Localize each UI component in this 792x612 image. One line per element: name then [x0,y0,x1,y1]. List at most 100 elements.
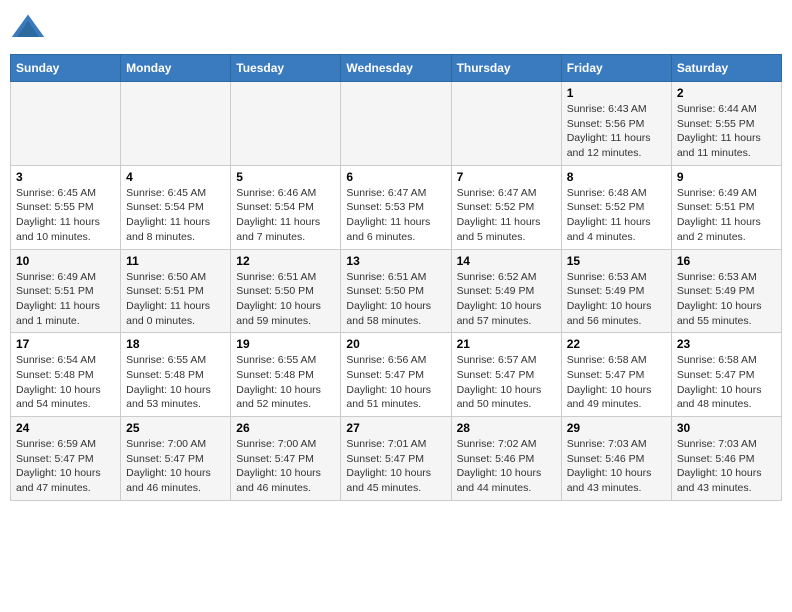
calendar-cell: 14Sunrise: 6:52 AM Sunset: 5:49 PM Dayli… [451,249,561,333]
calendar-cell: 29 Sunrise: 7:03 AM Sunset: 5:46 PM Dayli… [561,417,671,501]
day-number: 8 [567,170,666,184]
calendar-cell [121,82,231,166]
day-info: Sunrise: 6:53 AM Sunset: 5:49 PM Dayligh… [567,270,666,329]
day-number: 11 [126,254,225,268]
day-info: Sunrise: 6:58 AM Sunset: 5:47 PM Dayligh… [567,353,666,412]
day-info: Sunrise: 6:47 AM Sunset: 5:52 PM Dayligh… [457,186,556,245]
calendar-cell: 3 Sunrise: 6:45 AM Sunset: 5:55 PM Daylig… [11,165,121,249]
day-number: 13 [346,254,445,268]
day-number: 15 [567,254,666,268]
day-info: Sunrise: 6:57 AM Sunset: 5:47 PM Dayligh… [457,353,556,412]
day-number: 19 [236,337,335,351]
weekday-header: Monday [121,55,231,82]
calendar-cell [341,82,451,166]
page-header [10,10,782,46]
calendar-week-row: 3 Sunrise: 6:45 AM Sunset: 5:55 PM Daylig… [11,165,782,249]
day-info: Sunrise: 6:46 AM Sunset: 5:54 PM Dayligh… [236,186,335,245]
day-number: 17 [16,337,115,351]
header-row: SundayMondayTuesdayWednesdayThursdayFrid… [11,55,782,82]
day-number: 14 [457,254,556,268]
calendar-week-row: 17 Sunrise: 6:54 AM Sunset: 5:48 PM Dayli… [11,333,782,417]
calendar-body: 1 Sunrise: 6:43 AM Sunset: 5:56 PM Daylig… [11,82,782,501]
calendar-cell: 4 Sunrise: 6:45 AM Sunset: 5:54 PM Daylig… [121,165,231,249]
calendar-week-row: 1 Sunrise: 6:43 AM Sunset: 5:56 PM Daylig… [11,82,782,166]
day-number: 21 [457,337,556,351]
day-number: 16 [677,254,776,268]
calendar-cell: 18 Sunrise: 6:55 AM Sunset: 5:48 PM Dayli… [121,333,231,417]
calendar-cell: 6Sunrise: 6:47 AM Sunset: 5:53 PM Daylig… [341,165,451,249]
day-number: 12 [236,254,335,268]
calendar-cell: 1 Sunrise: 6:43 AM Sunset: 5:56 PM Daylig… [561,82,671,166]
day-info: Sunrise: 6:50 AM Sunset: 5:51 PM Dayligh… [126,270,225,329]
day-info: Sunrise: 6:54 AM Sunset: 5:48 PM Dayligh… [16,353,115,412]
calendar-cell: 24Sunrise: 6:59 AM Sunset: 5:47 PM Dayli… [11,417,121,501]
day-info: Sunrise: 7:00 AM Sunset: 5:47 PM Dayligh… [236,437,335,496]
weekday-header: Sunday [11,55,121,82]
day-info: Sunrise: 7:03 AM Sunset: 5:46 PM Dayligh… [567,437,666,496]
day-info: Sunrise: 6:55 AM Sunset: 5:48 PM Dayligh… [126,353,225,412]
weekday-header: Thursday [451,55,561,82]
day-number: 20 [346,337,445,351]
day-info: Sunrise: 6:44 AM Sunset: 5:55 PM Dayligh… [677,102,776,161]
calendar-cell: 28 Sunrise: 7:02 AM Sunset: 5:46 PM Dayli… [451,417,561,501]
calendar-header: SundayMondayTuesdayWednesdayThursdayFrid… [11,55,782,82]
calendar-cell: 5 Sunrise: 6:46 AM Sunset: 5:54 PM Daylig… [231,165,341,249]
day-info: Sunrise: 7:02 AM Sunset: 5:46 PM Dayligh… [457,437,556,496]
calendar-cell [11,82,121,166]
calendar-cell: 10 Sunrise: 6:49 AM Sunset: 5:51 PM Dayli… [11,249,121,333]
calendar-cell: 22 Sunrise: 6:58 AM Sunset: 5:47 PM Dayli… [561,333,671,417]
day-number: 22 [567,337,666,351]
calendar-cell: 26 Sunrise: 7:00 AM Sunset: 5:47 PM Dayli… [231,417,341,501]
calendar-cell: 20 Sunrise: 6:56 AM Sunset: 5:47 PM Dayli… [341,333,451,417]
day-number: 7 [457,170,556,184]
day-info: Sunrise: 6:45 AM Sunset: 5:54 PM Dayligh… [126,186,225,245]
day-info: Sunrise: 6:49 AM Sunset: 5:51 PM Dayligh… [16,270,115,329]
day-number: 3 [16,170,115,184]
calendar-cell: 13 Sunrise: 6:51 AM Sunset: 5:50 PM Dayli… [341,249,451,333]
calendar-cell: 12Sunrise: 6:51 AM Sunset: 5:50 PM Dayli… [231,249,341,333]
day-info: Sunrise: 6:53 AM Sunset: 5:49 PM Dayligh… [677,270,776,329]
calendar-cell: 11 Sunrise: 6:50 AM Sunset: 5:51 PM Dayli… [121,249,231,333]
day-number: 10 [16,254,115,268]
day-number: 27 [346,421,445,435]
calendar-cell: 8 Sunrise: 6:48 AM Sunset: 5:52 PM Daylig… [561,165,671,249]
day-number: 25 [126,421,225,435]
day-info: Sunrise: 7:03 AM Sunset: 5:46 PM Dayligh… [677,437,776,496]
day-info: Sunrise: 6:48 AM Sunset: 5:52 PM Dayligh… [567,186,666,245]
calendar-cell: 17 Sunrise: 6:54 AM Sunset: 5:48 PM Dayli… [11,333,121,417]
day-info: Sunrise: 6:56 AM Sunset: 5:47 PM Dayligh… [346,353,445,412]
calendar-cell [451,82,561,166]
calendar-cell: 25Sunrise: 7:00 AM Sunset: 5:47 PM Dayli… [121,417,231,501]
day-number: 23 [677,337,776,351]
day-info: Sunrise: 6:47 AM Sunset: 5:53 PM Dayligh… [346,186,445,245]
day-number: 28 [457,421,556,435]
calendar-cell: 15 Sunrise: 6:53 AM Sunset: 5:49 PM Dayli… [561,249,671,333]
calendar-cell: 30 Sunrise: 7:03 AM Sunset: 5:46 PM Dayli… [671,417,781,501]
day-info: Sunrise: 7:01 AM Sunset: 5:47 PM Dayligh… [346,437,445,496]
day-number: 5 [236,170,335,184]
day-info: Sunrise: 6:58 AM Sunset: 5:47 PM Dayligh… [677,353,776,412]
day-info: Sunrise: 6:49 AM Sunset: 5:51 PM Dayligh… [677,186,776,245]
day-info: Sunrise: 6:45 AM Sunset: 5:55 PM Dayligh… [16,186,115,245]
calendar-cell: 2 Sunrise: 6:44 AM Sunset: 5:55 PM Daylig… [671,82,781,166]
day-number: 29 [567,421,666,435]
day-number: 4 [126,170,225,184]
day-number: 24 [16,421,115,435]
calendar-cell [231,82,341,166]
day-info: Sunrise: 6:51 AM Sunset: 5:50 PM Dayligh… [346,270,445,329]
day-number: 30 [677,421,776,435]
day-number: 1 [567,86,666,100]
calendar-cell: 9 Sunrise: 6:49 AM Sunset: 5:51 PM Daylig… [671,165,781,249]
weekday-header: Wednesday [341,55,451,82]
weekday-header: Tuesday [231,55,341,82]
day-number: 2 [677,86,776,100]
day-info: Sunrise: 6:55 AM Sunset: 5:48 PM Dayligh… [236,353,335,412]
weekday-header: Saturday [671,55,781,82]
day-number: 9 [677,170,776,184]
calendar-cell: 16 Sunrise: 6:53 AM Sunset: 5:49 PM Dayli… [671,249,781,333]
calendar-cell: 21 Sunrise: 6:57 AM Sunset: 5:47 PM Dayli… [451,333,561,417]
day-number: 18 [126,337,225,351]
day-info: Sunrise: 6:43 AM Sunset: 5:56 PM Dayligh… [567,102,666,161]
day-number: 26 [236,421,335,435]
calendar-cell: 7 Sunrise: 6:47 AM Sunset: 5:52 PM Daylig… [451,165,561,249]
